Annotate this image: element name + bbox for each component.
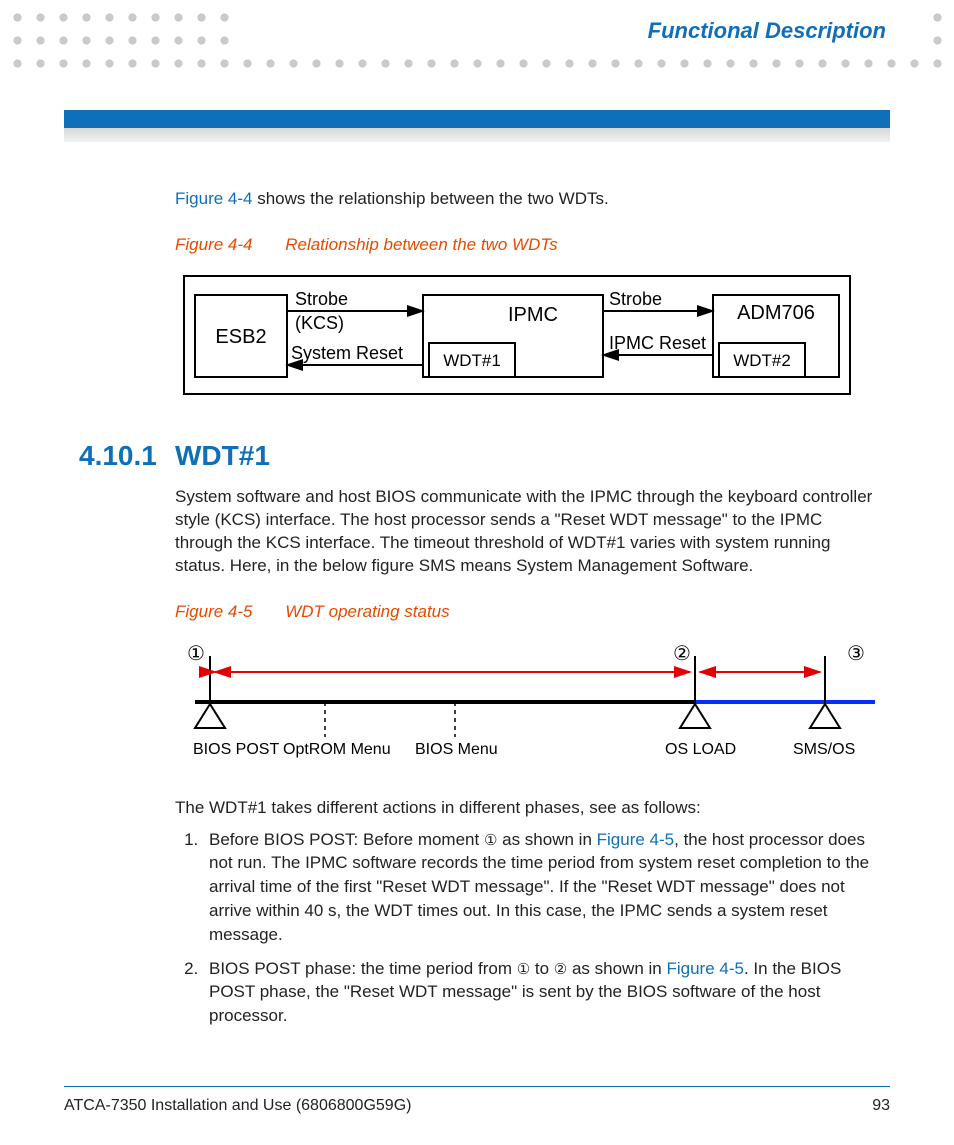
header-blue-bar: [64, 110, 890, 128]
section-heading-row: 4.10.1 WDT#1: [79, 440, 875, 472]
ipmc-label: IPMC: [508, 304, 558, 326]
footer-doc-title: ATCA-7350 Installation and Use (6806800G…: [64, 1097, 411, 1115]
strobe1a: Strobe: [295, 289, 348, 309]
label-bios-menu: BIOS Menu: [415, 741, 498, 758]
circ-1: ①: [187, 643, 205, 665]
adm706-label: ADM706: [737, 302, 815, 324]
intro-tail: shows the relationship between the two W…: [252, 189, 608, 208]
figure-4-4-number: Figure 4-4: [175, 235, 252, 254]
footer-page-number: 93: [872, 1097, 890, 1115]
marker-1: [195, 656, 225, 728]
figure-4-4-title: Relationship between the two WDTs: [285, 235, 557, 254]
list-item-1: Before BIOS POST: Before moment ① as sho…: [203, 828, 875, 947]
label-os-load: OS LOAD: [665, 741, 736, 758]
figure-4-5-ref-link-1[interactable]: Figure 4-5: [597, 830, 674, 849]
figure-4-5-number: Figure 4-5: [175, 602, 252, 621]
wdt1-label: WDT#1: [443, 351, 501, 370]
figure-4-5-caption: Figure 4-5 WDT operating status: [175, 602, 875, 622]
marker-2: [680, 656, 710, 728]
phases-list: Before BIOS POST: Before moment ① as sho…: [175, 828, 875, 1028]
section-header: Functional Description: [648, 18, 886, 44]
section-title: WDT#1: [175, 440, 270, 472]
figure-4-4-diagram: ESB2 IPMC WDT#1 ADM706 WDT#2 Strobe (KCS…: [183, 275, 851, 400]
figure-4-5-title: WDT operating status: [285, 602, 449, 621]
figure-4-5-ref-link-2[interactable]: Figure 4-5: [666, 959, 743, 978]
sysreset: System Reset: [291, 343, 403, 363]
footer-rule: [64, 1086, 890, 1087]
wdt2-label: WDT#2: [733, 351, 791, 370]
strobe2: Strobe: [609, 289, 662, 309]
label-sms-os: SMS/OS: [793, 741, 855, 758]
header-gray-bar: [64, 128, 890, 142]
figure-4-4-caption: Figure 4-4 Relationship between the two …: [175, 235, 875, 255]
circ-2: ②: [673, 643, 691, 665]
figure-4-4-ref-link[interactable]: Figure 4-4: [175, 189, 252, 208]
figure-4-5-diagram: ① ② ③ BIOS POST OptROM Menu BIOS Menu OS…: [175, 642, 875, 767]
phases-lead: The WDT#1 takes different actions in dif…: [175, 797, 875, 820]
page-content: Figure 4-4 shows the relationship betwee…: [175, 180, 875, 1038]
circ-3: ③: [847, 643, 865, 665]
label-optrom: OptROM Menu: [283, 741, 391, 758]
ipmcreset: IPMC Reset: [609, 333, 706, 353]
label-bios-post: BIOS POST: [193, 741, 279, 758]
section-paragraph: System software and host BIOS communicat…: [175, 486, 875, 578]
esb2-label: ESB2: [215, 326, 266, 348]
section-number: 4.10.1: [79, 440, 175, 472]
marker-3: [810, 656, 840, 728]
list-item-2: BIOS POST phase: the time period from ① …: [203, 957, 875, 1028]
intro-paragraph: Figure 4-4 shows the relationship betwee…: [175, 188, 875, 211]
strobe1b: (KCS): [295, 313, 344, 333]
